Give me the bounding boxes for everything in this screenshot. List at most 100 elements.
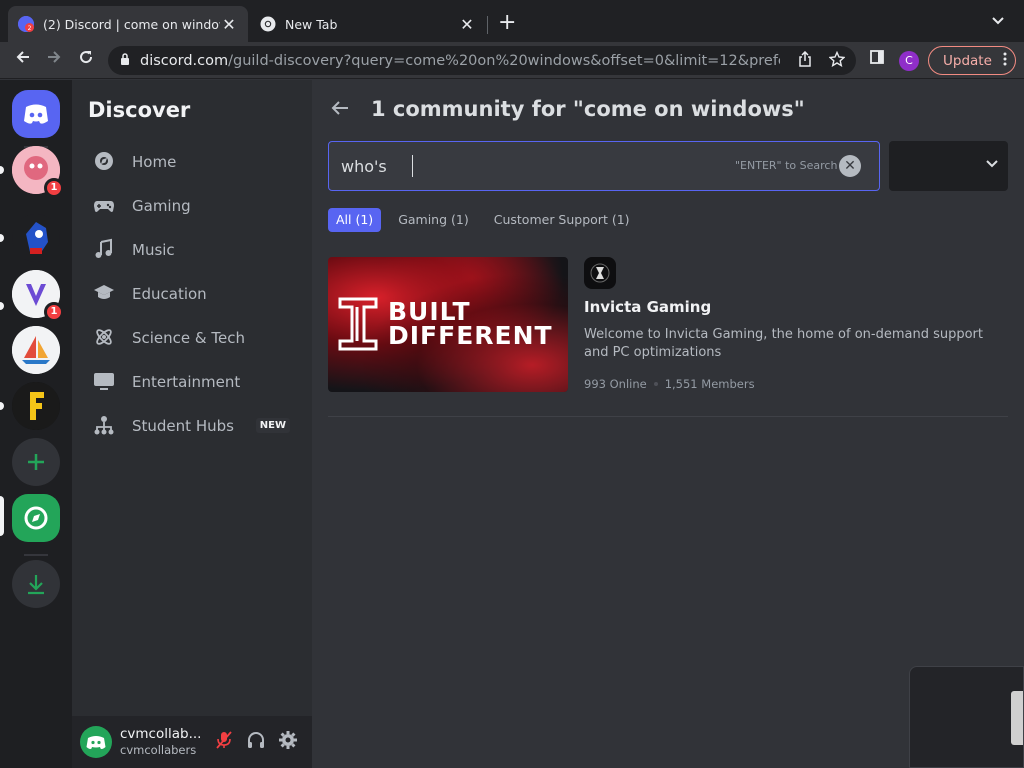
- server-description: Welcome to Invicta Gaming, the home of o…: [584, 327, 983, 360]
- sidebar-item-gaming[interactable]: Gaming: [80, 186, 304, 226]
- server-rail: 1 1: [0, 80, 72, 768]
- tab-close-icon[interactable]: ✕: [458, 15, 476, 34]
- unread-indicator: [0, 402, 4, 410]
- sidebar-item-label: Entertainment: [132, 373, 241, 391]
- stats-separator: [653, 381, 658, 386]
- server-banner[interactable]: BUILT DIFFERENT: [328, 257, 568, 392]
- sidebar-item-home[interactable]: Home: [80, 142, 304, 182]
- direct-messages-button[interactable]: [12, 90, 60, 138]
- tab-close-icon[interactable]: ✕: [220, 15, 238, 34]
- selected-indicator: [0, 496, 4, 536]
- bookmark-star-icon[interactable]: [828, 50, 846, 71]
- tab-title: (2) Discord | come on windows: [43, 16, 220, 32]
- profile-avatar[interactable]: C: [899, 51, 919, 71]
- server-icon-pink[interactable]: 1: [12, 146, 64, 198]
- tab-search-chevron-icon[interactable]: [992, 14, 1004, 29]
- avatar[interactable]: [80, 726, 112, 758]
- side-panel-icon[interactable]: [866, 49, 888, 71]
- sidebar-item-label: Student Hubs: [132, 417, 234, 435]
- share-icon[interactable]: [798, 50, 812, 71]
- sidebar-item-label: Gaming: [132, 197, 191, 215]
- text-caret: [412, 155, 413, 177]
- search-bar[interactable]: "ENTER" to Search ✕: [328, 141, 880, 191]
- server-card[interactable]: BUILT DIFFERENT Invicta Gaming Welcome t…: [328, 257, 1008, 417]
- user-panel: cvmcollab... cvmcollabers: [72, 716, 312, 768]
- url-text: discord.com/guild-discovery?query=come%2…: [140, 52, 780, 69]
- online-count: 993 Online: [584, 377, 647, 391]
- banner-text-line2: DIFFERENT: [388, 321, 553, 350]
- filter-all[interactable]: All (1): [328, 208, 382, 232]
- server-icon-sailboat[interactable]: [12, 326, 60, 374]
- browser-tab-bar: 2 (2) Discord | come on windows ✕ New Ta…: [0, 0, 1024, 42]
- floating-overlay-panel: [909, 666, 1024, 768]
- page-title: 1 community for "come on windows": [371, 97, 805, 121]
- server-icon-f[interactable]: [12, 382, 60, 430]
- sidebar-item-entertainment[interactable]: Entertainment: [80, 362, 304, 402]
- new-badge: NEW: [255, 418, 290, 433]
- sidebar-item-student-hubs[interactable]: Student Hubs NEW: [80, 406, 304, 446]
- address-bar[interactable]: discord.com/guild-discovery?query=come%2…: [108, 46, 856, 75]
- search-input[interactable]: [341, 154, 411, 178]
- sidebar-item-music[interactable]: Music: [80, 230, 304, 270]
- sidebar-title: Discover: [88, 98, 191, 122]
- server-icon: [584, 257, 616, 289]
- more-vertical-icon: [1003, 52, 1007, 70]
- mention-badge: 1: [44, 178, 64, 198]
- sidebar-item-label: Science & Tech: [132, 329, 245, 347]
- server-icon-sonic[interactable]: [12, 214, 60, 262]
- category-filters: All (1) Gaming (1) Customer Support (1): [328, 208, 647, 232]
- add-server-button[interactable]: [12, 438, 60, 486]
- gamepad-icon: [92, 194, 116, 218]
- filter-gaming[interactable]: Gaming (1): [390, 208, 477, 232]
- sidebar-item-science-tech[interactable]: Science & Tech: [80, 318, 304, 358]
- chevron-down-icon: [986, 156, 998, 172]
- unread-indicator: [0, 302, 4, 310]
- chrome-icon: [260, 16, 276, 32]
- user-tag: cvmcollabers: [120, 743, 197, 757]
- new-tab-button[interactable]: +: [498, 12, 516, 34]
- tab-separator: [487, 16, 488, 34]
- settings-gear-icon[interactable]: [276, 730, 300, 754]
- sidebar-item-label: Education: [132, 285, 207, 303]
- tab-title: New Tab: [285, 16, 338, 32]
- compass-icon: [92, 150, 116, 174]
- server-stats: 993 Online 1,551 Members: [584, 377, 755, 391]
- browser-toolbar: discord.com/guild-discovery?query=come%2…: [0, 42, 1024, 79]
- rail-divider: [24, 554, 48, 556]
- language-select[interactable]: [889, 141, 1008, 191]
- svg-text:2: 2: [28, 25, 32, 32]
- unread-indicator: [0, 166, 4, 174]
- mention-badge: 1: [44, 302, 64, 322]
- back-arrow-icon[interactable]: [12, 49, 34, 71]
- update-label: Update: [943, 52, 992, 69]
- search-hint: "ENTER" to Search: [735, 159, 838, 172]
- graduation-cap-icon: [92, 282, 116, 306]
- atom-icon: [92, 326, 116, 350]
- reload-icon[interactable]: [75, 49, 97, 71]
- sidebar-item-education[interactable]: Education: [80, 274, 304, 314]
- update-button[interactable]: Update: [928, 46, 1016, 75]
- username[interactable]: cvmcollab...: [120, 726, 201, 742]
- discover-sidebar: Discover Home Gaming Music Education Sci…: [72, 80, 312, 768]
- unread-indicator: [0, 234, 4, 242]
- mute-microphone-icon[interactable]: [212, 730, 236, 754]
- tab-new-tab[interactable]: New Tab ✕: [250, 6, 486, 42]
- server-icon-v[interactable]: 1: [12, 270, 64, 322]
- server-name[interactable]: Invicta Gaming: [584, 298, 711, 316]
- headphones-icon[interactable]: [244, 730, 268, 754]
- back-arrow-icon[interactable]: [330, 98, 350, 124]
- forward-arrow-icon[interactable]: [43, 49, 65, 71]
- music-note-icon: [92, 238, 116, 262]
- discovery-results: 1 community for "come on windows" "ENTER…: [312, 80, 1024, 768]
- download-apps-button[interactable]: [12, 560, 60, 608]
- overlay-handle[interactable]: [1011, 691, 1023, 745]
- discord-favicon-icon: 2: [18, 16, 34, 32]
- filter-customer-support[interactable]: Customer Support (1): [486, 208, 638, 232]
- clear-search-icon[interactable]: ✕: [839, 155, 861, 177]
- sidebar-item-label: Home: [132, 153, 177, 171]
- explore-servers-button[interactable]: [12, 494, 60, 542]
- tv-icon: [92, 370, 116, 394]
- tab-discord[interactable]: 2 (2) Discord | come on windows ✕: [8, 6, 248, 42]
- lock-icon[interactable]: [120, 53, 130, 68]
- member-count: 1,551 Members: [664, 377, 755, 391]
